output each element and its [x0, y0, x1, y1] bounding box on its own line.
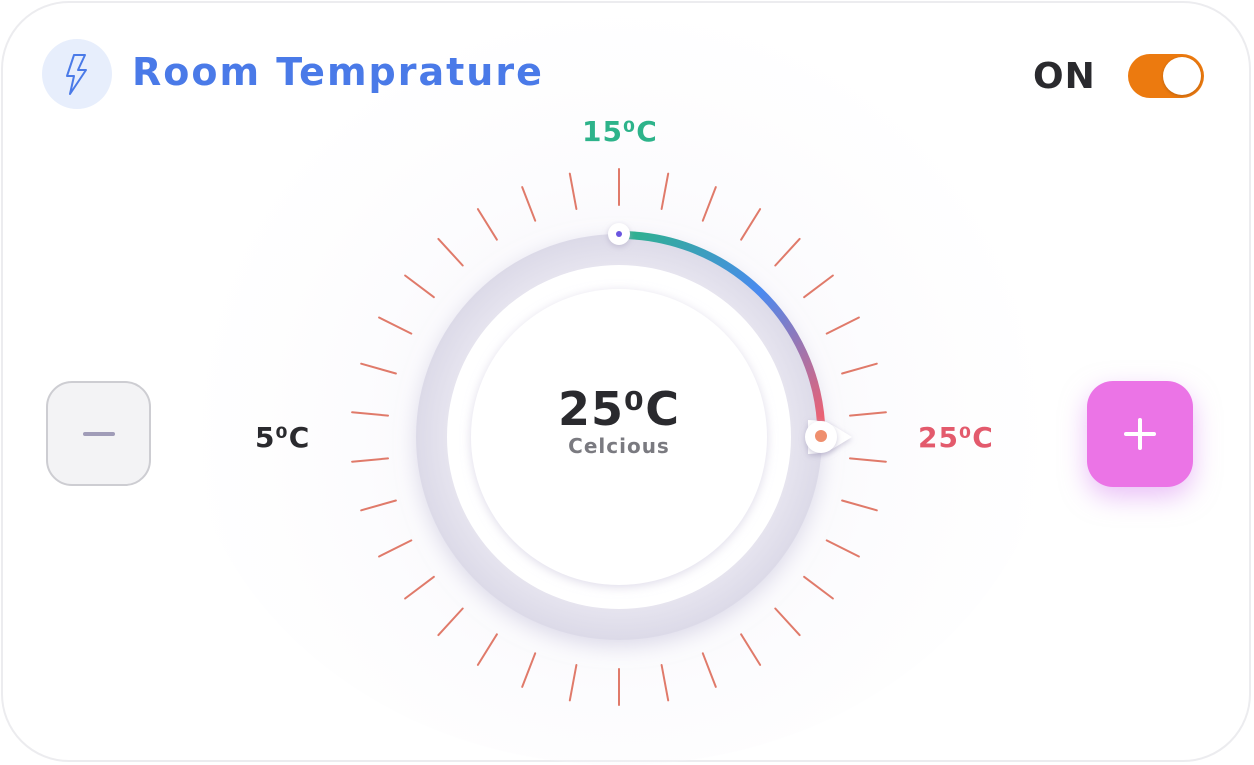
dial-tick [803, 575, 834, 600]
dial-handle[interactable] [805, 420, 852, 454]
dial-tick [825, 316, 860, 335]
temperature-unit-label: Celcious [568, 434, 670, 458]
dial-tick [360, 362, 397, 375]
dial-tick [841, 362, 878, 375]
start-marker [608, 223, 630, 245]
dial-tick [803, 274, 834, 299]
increase-temperature-button[interactable] [1087, 381, 1193, 487]
decrease-temperature-button[interactable] [46, 381, 151, 486]
plus-icon [1124, 418, 1156, 450]
dial-tick [378, 316, 413, 335]
dial-tick [740, 208, 762, 241]
dial-tick [774, 607, 801, 637]
max-temperature-label: 25⁰C [918, 421, 994, 454]
dial-tick [568, 172, 578, 210]
dial-tick [660, 172, 670, 210]
dial-tick [774, 237, 801, 267]
dial-tick [521, 652, 537, 688]
dial-tick [849, 457, 887, 463]
current-temperature-value: 25⁰C [558, 382, 680, 436]
minus-icon [82, 431, 115, 436]
dial-tick [660, 664, 670, 702]
dial-tick [351, 457, 389, 463]
dial-tick [568, 664, 578, 702]
dial-tick [437, 607, 464, 637]
dial-tick [404, 575, 435, 600]
dial-tick [701, 186, 717, 222]
dial-tick [825, 539, 860, 558]
min-temperature-label: 5⁰C [255, 421, 311, 454]
dial-tick [701, 652, 717, 688]
dial-tick [378, 539, 413, 558]
mid-temperature-label: 15⁰C [582, 115, 658, 148]
dial-tick [740, 633, 762, 666]
dial-tick [841, 499, 878, 512]
dial-tick [849, 411, 887, 417]
dial-tick [404, 274, 435, 299]
dial-tick [351, 411, 389, 417]
dial-tick [437, 237, 464, 267]
dial-tick [521, 186, 537, 222]
dial-tick [476, 208, 498, 241]
dial-tick [360, 499, 397, 512]
dial-tick [476, 633, 498, 666]
